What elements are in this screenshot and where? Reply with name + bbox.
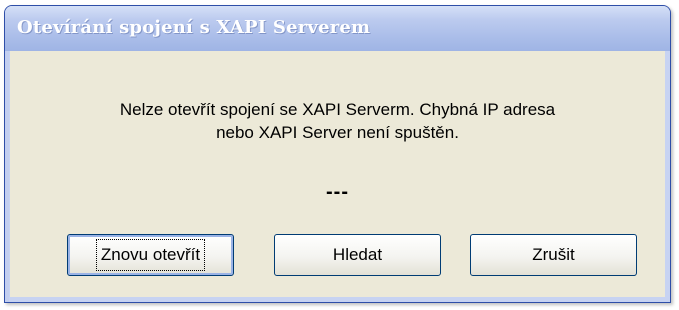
- dialog-window: Otevírání spojení s XAPI Serverem Nelze …: [4, 5, 671, 303]
- error-message-line-1: Nelze otevřít spojení se XAPI Serverm. C…: [119, 100, 556, 119]
- status-text: ---: [326, 181, 349, 203]
- cancel-button-label: Zrušit: [532, 245, 575, 264]
- reopen-button-label: Znovu otevřít: [95, 239, 206, 271]
- search-button-label: Hledat: [332, 245, 383, 264]
- dialog-body: Nelze otevřít spojení se XAPI Serverm. C…: [10, 51, 665, 297]
- window-frame: [5, 51, 9, 302]
- reopen-button[interactable]: Znovu otevřít: [67, 234, 234, 276]
- error-message-line-2: nebo XAPI Server není spuštěn.: [216, 123, 459, 142]
- cancel-button[interactable]: Zrušit: [470, 234, 637, 276]
- title-bar[interactable]: Otevírání spojení s XAPI Serverem: [5, 6, 670, 51]
- search-button[interactable]: Hledat: [274, 234, 441, 276]
- dialog-title: Otevírání spojení s XAPI Serverem: [17, 17, 371, 38]
- error-message: Nelze otevřít spojení se XAPI Serverm. C…: [10, 98, 665, 144]
